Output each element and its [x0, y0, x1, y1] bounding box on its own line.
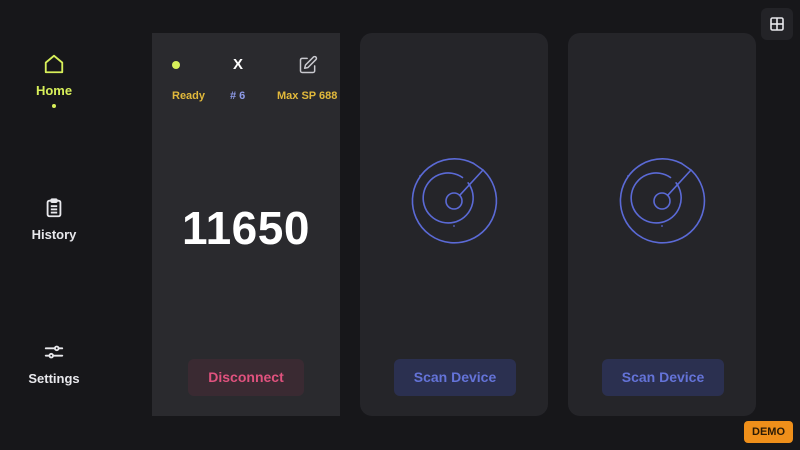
radar-icon: [411, 158, 498, 244]
demo-badge: DEMO: [744, 421, 793, 443]
sidebar-item-settings[interactable]: Settings: [0, 341, 108, 386]
scan-device-button[interactable]: Scan Device: [394, 359, 516, 396]
connection-status-dot: [172, 61, 180, 69]
device-card-empty: Scan Device: [360, 33, 548, 416]
sliders-icon: [44, 345, 64, 359]
clipboard-icon: [46, 198, 62, 218]
device-reading-value: 11650: [182, 202, 310, 254]
max-sp-value: Max SP 688: [277, 90, 338, 102]
home-icon: [44, 54, 64, 74]
active-indicator-dot: [52, 104, 56, 108]
device-card-connected: X Ready # 6 Max SP 688 11650 Disconnect: [152, 33, 340, 416]
edit-icon[interactable]: [298, 55, 318, 75]
sidebar: Home History Settings: [0, 0, 108, 450]
radar-icon: [619, 158, 706, 244]
sidebar-item-home[interactable]: Home: [0, 53, 108, 108]
status-text: Ready: [172, 90, 206, 102]
scan-device-button[interactable]: Scan Device: [602, 359, 724, 396]
sidebar-item-history[interactable]: History: [0, 197, 108, 242]
disconnect-button[interactable]: Disconnect: [188, 359, 304, 396]
sidebar-item-label: Home: [35, 83, 73, 98]
grid-icon: [770, 17, 784, 31]
device-number: # 6: [230, 90, 246, 102]
sidebar-item-label: Settings: [28, 371, 80, 386]
close-button[interactable]: X: [228, 56, 248, 74]
app-root: Home History Settings X Ready # 6 Max SP…: [0, 0, 800, 450]
grid-view-button[interactable]: [761, 8, 793, 40]
device-card-empty: Scan Device: [568, 33, 756, 416]
sidebar-item-label: History: [31, 227, 77, 242]
